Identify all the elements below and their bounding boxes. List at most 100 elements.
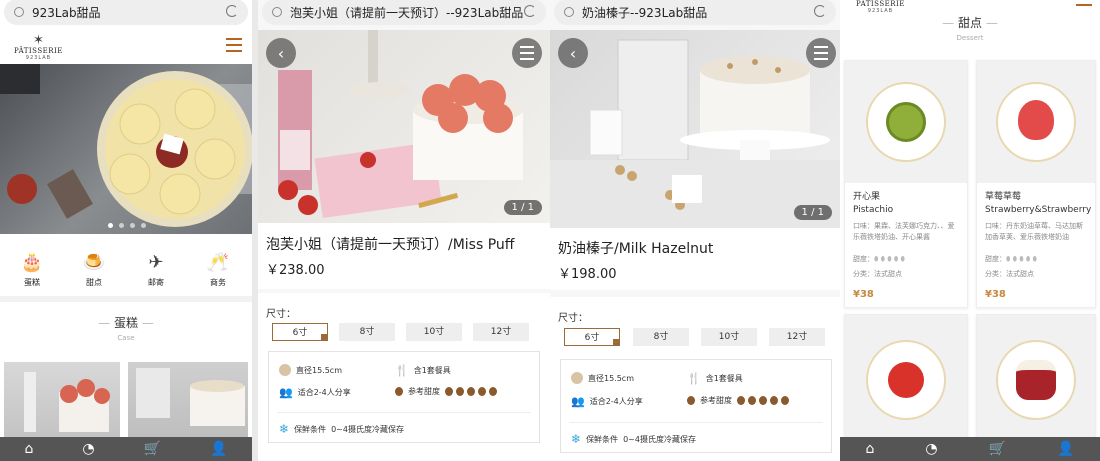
- dessert-category: 分类：法式甜点: [853, 270, 902, 278]
- snowflake-icon: ❄: [571, 432, 582, 446]
- options-block: 尺寸： 6寸 8寸 10寸 12寸 直径15.5cm 🍴 含1套餐具 👥 适合2-4…: [258, 293, 550, 461]
- back-button[interactable]: ‹: [558, 38, 588, 68]
- menu-button[interactable]: [806, 38, 836, 68]
- lock-icon: [14, 7, 24, 17]
- reload-icon[interactable]: [524, 5, 536, 17]
- product-title: 泡芙小姐（请提前一天预订）/Miss Puff: [266, 237, 515, 253]
- profile-tab-icon[interactable]: 👤: [210, 442, 227, 456]
- section-dessert-header: — 甜点 — Dessert: [840, 14, 1100, 42]
- dessert-desc: 口味：丹东奶油草莓、马达加斯加香草荚、爱乐薇铁塔奶油: [985, 222, 1083, 241]
- spec-box: 直径15.5cm 🍴 含1套餐具 👥 适合2-4人分享 参考甜度 ❄ 保鲜条件 0~4摄…: [268, 351, 540, 443]
- category-tab-icon[interactable]: ◔: [925, 442, 937, 456]
- section-title: 蛋糕: [113, 316, 138, 330]
- dessert-icon: 🍮: [82, 252, 106, 273]
- reload-icon[interactable]: [226, 5, 238, 17]
- diameter-text: 直径15.5cm: [588, 373, 635, 383]
- divider: [0, 296, 252, 302]
- dessert-card-strawberry[interactable]: 草莓草莓 Strawberry&Strawberry 口味：丹东奶油草莓、马达加斯…: [976, 60, 1096, 308]
- sweetness-icons: ⬮ ⬮ ⬮ ⬮ ⬮: [1006, 255, 1037, 263]
- home-panel: 923Lab甜品 ✶ PÂTISSERIE 923LAB 🎂 蛋糕 🍮 甜点 ✈ 邮: [0, 0, 252, 461]
- storage-text: 0~4摄氏度冷藏保存: [331, 424, 404, 434]
- product-price: ￥198.00: [558, 267, 617, 282]
- diameter-icon: [571, 372, 583, 384]
- dessert-image: [977, 315, 1095, 445]
- dessert-image: [845, 315, 967, 445]
- lock-icon: [564, 7, 574, 17]
- dessert-category: 分类：法式甜点: [985, 270, 1034, 278]
- fork-icon: 🍴: [395, 364, 409, 377]
- lock-icon: [272, 7, 282, 17]
- cake-thumb-hazelnut[interactable]: [128, 362, 248, 442]
- product-image-hazelnut[interactable]: ‹ 1 / 1: [550, 30, 840, 228]
- brand-name: PÂTISSERIE: [856, 0, 905, 8]
- storage-text: 0~4摄氏度冷藏保存: [623, 434, 696, 444]
- address-bar[interactable]: 奶油榛子--923Lab甜品: [554, 0, 836, 25]
- sweetness-label: 参考甜度: [408, 387, 440, 396]
- divider: [277, 412, 531, 413]
- product-image-puff[interactable]: ‹ 1 / 1: [258, 30, 550, 223]
- size-option-6[interactable]: 6寸: [564, 328, 620, 346]
- reload-icon[interactable]: [814, 5, 826, 17]
- dessert-price: ¥38: [853, 289, 874, 300]
- chevron-left-icon: ‹: [277, 43, 285, 63]
- cart-tab-icon[interactable]: 🛒: [144, 442, 161, 456]
- url-text: 奶油榛子--923Lab甜品: [582, 5, 708, 20]
- dessert-desc: 口味：果霖、法芙娜巧克力、、爱乐薇铁塔奶油、开心果酱: [853, 222, 955, 241]
- section-title: 甜点: [957, 16, 982, 30]
- menu-icon: [814, 46, 828, 60]
- cake-icon: 🎂: [20, 252, 44, 273]
- people-icon: 👥: [279, 386, 293, 399]
- brand-name: PÂTISSERIE: [14, 47, 63, 55]
- brand-sub: 923LAB: [25, 55, 52, 61]
- dessert-card-rose[interactable]: [844, 314, 968, 445]
- logo[interactable]: PÂTISSERIE 923LAB: [856, 0, 905, 14]
- category-tab-icon[interactable]: ◔: [82, 442, 94, 456]
- cart-tab-icon[interactable]: 🛒: [989, 442, 1006, 456]
- category-mail[interactable]: ✈ 邮寄: [136, 252, 176, 288]
- tableware-text: 含1套餐具: [705, 374, 743, 383]
- section-subtitle: Case: [117, 334, 135, 342]
- chevron-left-icon: ‹: [569, 43, 577, 63]
- dessert-card-redvelvet[interactable]: [976, 314, 1096, 445]
- size-option-8[interactable]: 8寸: [633, 328, 689, 346]
- menu-icon[interactable]: [226, 38, 242, 52]
- snowflake-icon: ❄: [279, 422, 290, 436]
- back-button[interactable]: ‹: [266, 38, 296, 68]
- menu-icon[interactable]: [1076, 4, 1092, 6]
- options-block: 尺寸： 6寸 8寸 10寸 12寸 直径15.5cm 🍴 含1套餐具 👥 适合2-4…: [550, 297, 840, 461]
- category-label: 商务: [210, 278, 226, 287]
- divider: [569, 422, 823, 423]
- url-text: 923Lab甜品: [32, 5, 101, 20]
- cake-thumb-puff[interactable]: [4, 362, 120, 442]
- product-price: ￥238.00: [266, 263, 325, 278]
- menu-button[interactable]: [512, 38, 542, 68]
- logo[interactable]: ✶ PÂTISSERIE 923LAB: [14, 34, 63, 61]
- size-option-10[interactable]: 10寸: [701, 328, 757, 346]
- menu-icon: [520, 46, 534, 60]
- address-bar[interactable]: 923Lab甜品: [4, 0, 248, 25]
- address-bar[interactable]: 泡芙小姐（请提前一天预订）--923Lab甜品: [262, 0, 546, 25]
- category-business[interactable]: 🥂 商务: [198, 252, 238, 288]
- category-dessert[interactable]: 🍮 甜点: [74, 252, 114, 288]
- sweetness-rating: [737, 396, 789, 405]
- size-option-12[interactable]: 12寸: [769, 328, 825, 346]
- size-option-12[interactable]: 12寸: [473, 323, 529, 341]
- profile-tab-icon[interactable]: 👤: [1057, 442, 1074, 456]
- hero-banner[interactable]: [0, 64, 252, 234]
- size-option-6[interactable]: 6寸: [272, 323, 328, 341]
- dessert-card-pistachio[interactable]: 开心果 Pistachio 口味：果霖、法芙娜巧克力、、爱乐薇铁塔奶油、开心果酱 …: [844, 60, 968, 308]
- home-tab-icon[interactable]: ⌂: [866, 442, 875, 456]
- home-tab-icon[interactable]: ⌂: [25, 442, 34, 456]
- size-option-10[interactable]: 10寸: [406, 323, 462, 341]
- sweetness-icon: [687, 396, 695, 405]
- carousel-dots[interactable]: [108, 223, 146, 228]
- size-label: 尺寸：: [558, 313, 588, 324]
- category-label: 邮寄: [148, 278, 164, 287]
- dessert-image: [845, 61, 967, 183]
- dessert-price: ¥38: [985, 289, 1006, 300]
- bottom-tabbar: ⌂ ◔ 🛒 👤: [0, 437, 252, 461]
- storage-label: 保鲜条件: [586, 434, 619, 444]
- category-cake[interactable]: 🎂 蛋糕: [12, 252, 52, 288]
- sweetness-row: 甜度：⬮ ⬮ ⬮ ⬮ ⬮: [985, 254, 1089, 265]
- size-option-8[interactable]: 8寸: [339, 323, 395, 341]
